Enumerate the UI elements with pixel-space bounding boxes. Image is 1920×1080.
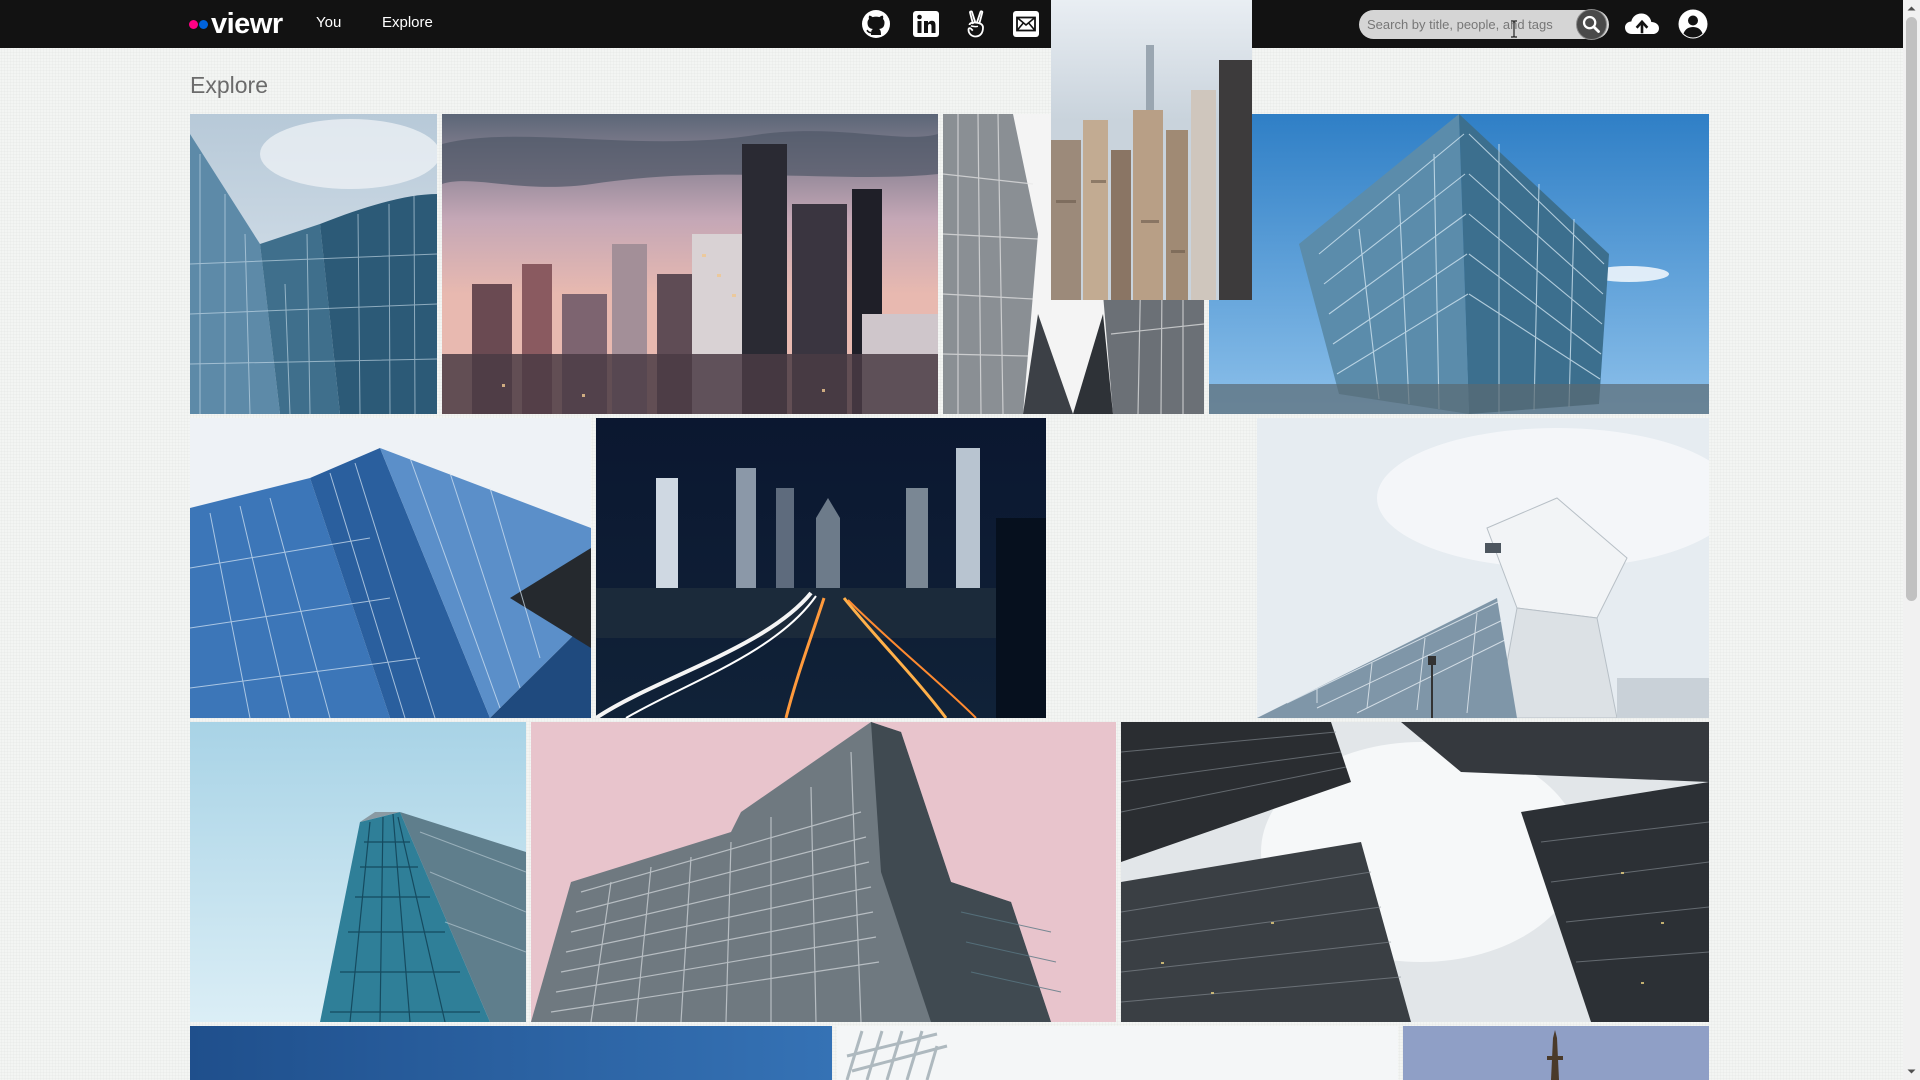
scrollbar-thumb[interactable] (1906, 17, 1917, 601)
logo-blue-dot (199, 19, 208, 29)
photo-white-angular-museum (1257, 418, 1709, 718)
logo-pink-dot (189, 19, 198, 29)
photo-tile[interactable] (1051, 0, 1252, 300)
search-input[interactable] (1367, 14, 1567, 35)
cloud-upload-icon[interactable] (1623, 8, 1661, 40)
mail-icon[interactable] (1010, 8, 1042, 40)
vertical-scrollbar[interactable] (1903, 0, 1920, 1080)
photo-tile[interactable] (190, 418, 591, 718)
photo-tile[interactable] (1257, 418, 1709, 718)
nav-explore[interactable]: Explore (382, 14, 433, 31)
photo-tile[interactable] (190, 1026, 832, 1080)
scroll-up-arrow-icon[interactable] (1903, 0, 1920, 17)
photo-teal-glass-tower (190, 722, 526, 1022)
logo-dots-icon (189, 19, 208, 29)
photo-tile[interactable] (837, 1026, 1398, 1080)
photo-tile[interactable] (1121, 722, 1709, 1022)
photo-tile[interactable] (442, 114, 938, 414)
photo-tile[interactable] (190, 722, 526, 1022)
viewr-logo[interactable]: viewr (189, 8, 283, 40)
search-box (1359, 10, 1609, 39)
photo-glass-cube-building (1209, 114, 1709, 414)
angellist-icon[interactable] (960, 8, 992, 40)
photo-glass-curved-towers (190, 114, 437, 414)
top-navigation-bar: viewr You Explore (0, 0, 1903, 48)
linkedin-icon[interactable] (910, 8, 942, 40)
page-title: Explore (190, 72, 268, 98)
photo-night-skyline-highway-light-trails (596, 418, 1046, 718)
photo-tile[interactable] (596, 418, 1046, 718)
photo-city-skyline-sunset (442, 114, 938, 414)
photo-eiffel-tower-top (1403, 1026, 1709, 1080)
search-icon (1582, 15, 1600, 33)
photo-foggy-skyscrapers-looking-up (1121, 722, 1709, 1022)
photo-tile[interactable] (531, 722, 1116, 1022)
github-icon[interactable] (860, 8, 892, 40)
photo-tile[interactable] (1209, 114, 1709, 414)
search-button[interactable] (1576, 9, 1607, 40)
photo-white-lattice-structure (837, 1026, 1398, 1080)
user-circle-icon[interactable] (1677, 8, 1709, 40)
photo-tile[interactable] (190, 114, 437, 414)
scroll-down-arrow-icon[interactable] (1903, 1063, 1920, 1080)
photo-manhattan-aerial (1051, 0, 1252, 300)
brand-name: viewr (211, 8, 283, 40)
photo-blue-glass-pyramid-facade (190, 418, 591, 718)
photo-pink-sky-apartment-block (531, 722, 1116, 1022)
photo-blue-sky-building (190, 1026, 832, 1080)
nav-you[interactable]: You (316, 14, 341, 31)
photo-tile[interactable] (1403, 1026, 1709, 1080)
